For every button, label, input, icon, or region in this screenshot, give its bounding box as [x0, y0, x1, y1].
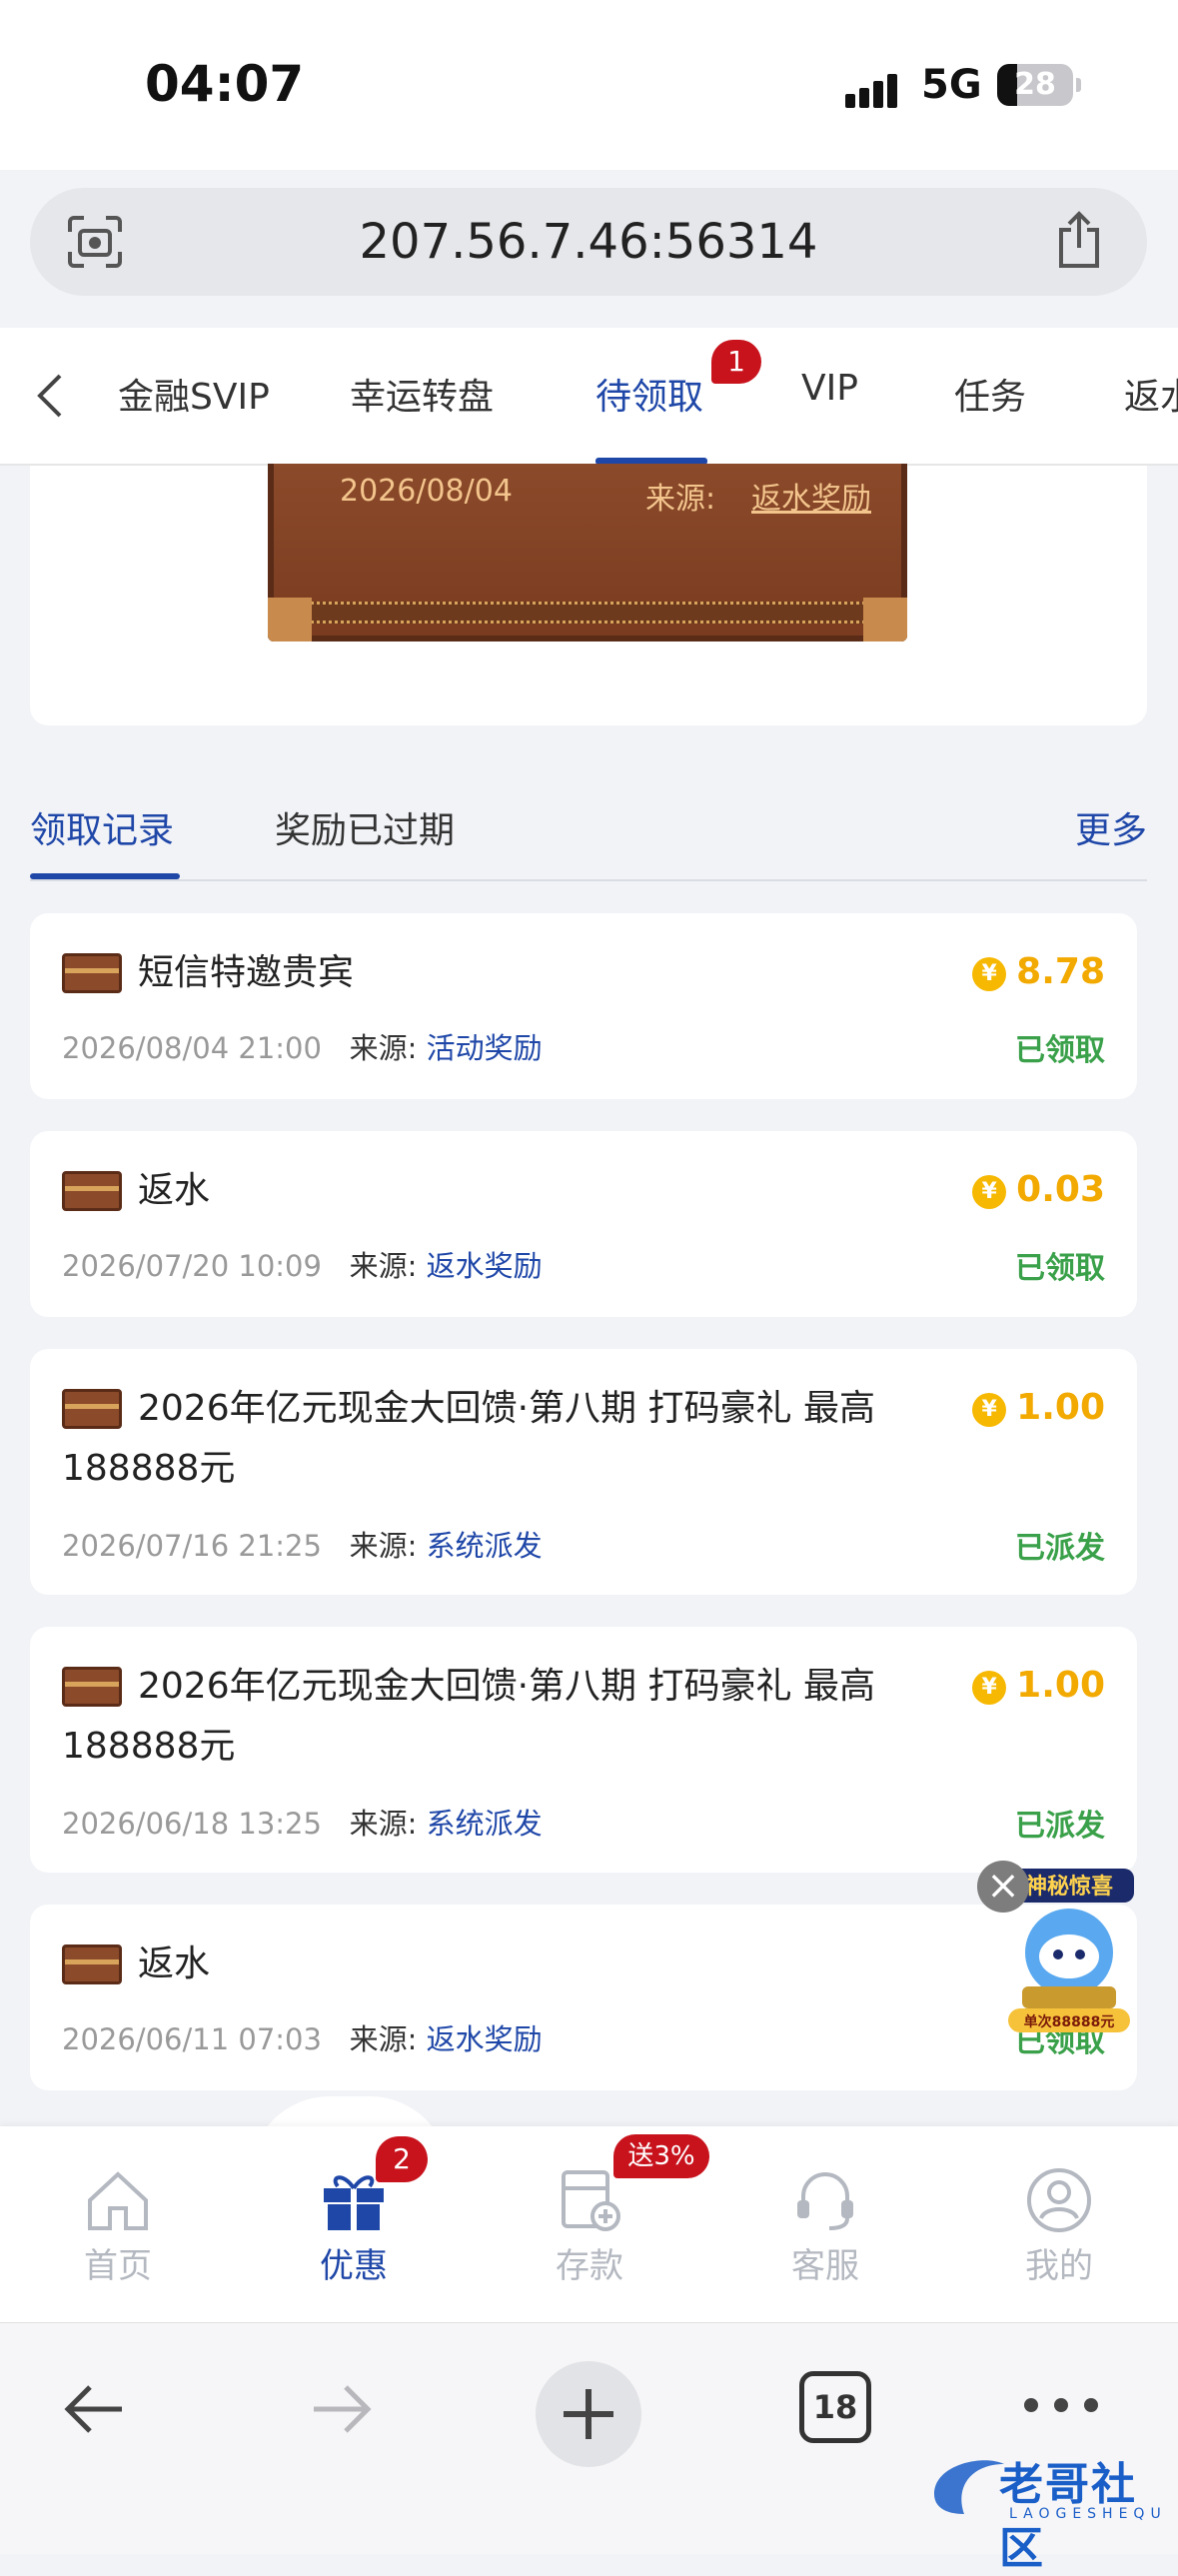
record-status: 已领取 [1015, 1251, 1105, 1286]
record-meta: 2026/08/04 21:00 来源: 活动奖励 [62, 1025, 543, 1067]
chest-source-label: 来源: [645, 482, 716, 517]
record-source: 系统派发 [426, 1807, 543, 1841]
coin-icon: ¥ [972, 1393, 1007, 1427]
record-title: 2026年亿元现金大回馈·第八期 打码豪礼 最高188888元 [62, 1666, 875, 1767]
tab-claim-records[interactable]: 领取记录 [30, 801, 174, 853]
nav-profile-label: 我的 [1025, 2246, 1093, 2286]
nav-home-label: 首页 [84, 2246, 152, 2286]
share-icon[interactable] [1053, 210, 1105, 270]
promo-sub: 单次88888元 [1024, 2013, 1115, 2030]
record-time: 2026/06/11 07:03 [62, 2022, 322, 2056]
url-text[interactable]: 207.56.7.46:56314 [30, 188, 1147, 296]
record-item[interactable]: 返水 2026/06/11 07:03 来源: 返水奖励 已领取 [30, 1905, 1137, 2090]
tab-switcher-button[interactable]: 18 [799, 2371, 871, 2443]
reward-card: 2026/08/04 来源: 返水奖励 [30, 464, 1147, 725]
record-tabs: 领取记录 奖励已过期 更多 [30, 789, 1147, 881]
record-title: 短信特邀贵宾 [138, 952, 355, 993]
bottom-navigation: 首页 优惠 存款 客服 我的 [0, 2126, 1178, 2322]
status-time: 04:07 [145, 55, 305, 113]
new-tab-button[interactable] [536, 2361, 641, 2467]
signal-icon [845, 70, 905, 108]
record-title: 2026年亿元现金大回馈·第八期 打码豪礼 最高188888元 [62, 1388, 875, 1489]
record-amount: ¥1.00 [972, 1665, 1105, 1706]
more-link[interactable]: 更多 [1075, 801, 1147, 853]
record-item[interactable]: 短信特邀贵宾 ¥8.78 2026/08/04 21:00 来源: 活动奖励 已… [30, 913, 1137, 1099]
headset-icon [797, 2172, 853, 2230]
coin-icon: ¥ [972, 1175, 1007, 1209]
record-meta: 2026/06/18 13:25 来源: 系统派发 [62, 1801, 543, 1843]
nav-promotions-label: 优惠 [320, 2246, 388, 2286]
chest-icon [62, 1171, 122, 1211]
record-item[interactable]: 2026年亿元现金大回馈·第八期 打码豪礼 最高188888元 ¥1.00 20… [30, 1349, 1137, 1595]
record-source: 返水奖励 [426, 2022, 543, 2056]
record-amount: ¥0.03 [972, 1169, 1105, 1210]
battery-icon: 28 [997, 64, 1081, 106]
nav-deposit[interactable]: 存款 [520, 2166, 659, 2287]
record-source-label: 来源: [349, 1031, 418, 1065]
promo-title: 神秘惊喜 [1025, 1874, 1113, 1900]
tab-svip[interactable]: 金融SVIP [118, 368, 270, 420]
record-meta: 2026/07/20 10:09 来源: 返水奖励 [62, 1243, 543, 1285]
more-icon[interactable] [1021, 2393, 1101, 2417]
record-source-label: 来源: [349, 1529, 418, 1563]
chest-source-link[interactable]: 返水奖励 [751, 474, 871, 518]
tab-pending-badge: 1 [711, 340, 761, 384]
nav-support-label: 客服 [791, 2246, 859, 2286]
record-time: 2026/07/20 10:09 [62, 1249, 322, 1283]
record-source-label: 来源: [349, 1249, 418, 1283]
close-icon[interactable]: × [977, 1861, 1029, 1913]
record-source: 系统派发 [426, 1529, 543, 1563]
record-amount: ¥8.78 [972, 951, 1105, 992]
record-title: 返水 [138, 1170, 211, 1211]
address-bar[interactable]: 207.56.7.46:56314 [30, 188, 1147, 296]
network-type: 5G [921, 62, 982, 108]
tab-lucky-wheel[interactable]: 幸运转盘 [350, 368, 494, 420]
plus-icon [564, 2389, 613, 2439]
home-icon [88, 2171, 148, 2230]
coin-icon: ¥ [972, 957, 1007, 991]
record-time: 2026/07/16 21:25 [62, 1529, 322, 1563]
record-meta: 2026/06/11 07:03 来源: 返水奖励 [62, 2016, 543, 2058]
chest-icon [62, 1944, 122, 1984]
chest-date: 2026/08/04 [340, 474, 513, 509]
nav-deposit-label: 存款 [556, 2246, 623, 2286]
treasure-chest-image[interactable]: 2026/08/04 来源: 返水奖励 [268, 464, 907, 642]
nav-profile[interactable]: 我的 [989, 2166, 1129, 2287]
nav-support[interactable]: 客服 [755, 2166, 895, 2287]
record-meta: 2026/07/16 21:25 来源: 系统派发 [62, 1523, 543, 1565]
chevron-left-icon[interactable] [30, 368, 70, 424]
record-item[interactable]: 2026年亿元现金大回馈·第八期 打码豪礼 最高188888元 ¥1.00 20… [30, 1627, 1137, 1873]
record-amount: ¥1.00 [972, 1387, 1105, 1428]
forward-arrow-icon[interactable] [306, 2379, 376, 2439]
record-time: 2026/06/18 13:25 [62, 1807, 322, 1841]
tab-rebate[interactable]: 返水 [1124, 368, 1178, 420]
record-source-label: 来源: [349, 1807, 418, 1841]
user-icon [1027, 2168, 1091, 2232]
record-title: 返水 [138, 1943, 211, 1984]
tab-tasks[interactable]: 任务 [954, 368, 1026, 420]
record-item[interactable]: 返水 ¥0.03 2026/07/20 10:09 来源: 返水奖励 已领取 [30, 1131, 1137, 1317]
record-source: 活动奖励 [426, 1031, 543, 1065]
tab-expired[interactable]: 奖励已过期 [275, 801, 455, 853]
chest-icon [62, 953, 122, 993]
status-bar: 04:07 5G 28 [0, 0, 1178, 170]
promotions-badge: 2 [376, 2136, 428, 2182]
record-source: 返水奖励 [426, 1249, 543, 1283]
nav-promotions[interactable]: 优惠 [284, 2166, 424, 2287]
back-arrow-icon[interactable] [60, 2379, 130, 2439]
record-tab-indicator [30, 873, 180, 879]
record-time: 2026/08/04 21:00 [62, 1031, 322, 1065]
record-status: 已派发 [1015, 1531, 1105, 1566]
deposit-badge: 送3% [613, 2134, 709, 2178]
battery-level: 28 [1014, 67, 1056, 102]
tab-vip[interactable]: VIP [801, 368, 858, 409]
coin-icon: ¥ [972, 1671, 1007, 1705]
record-status: 已派发 [1015, 1809, 1105, 1844]
record-status: 已领取 [1015, 1033, 1105, 1068]
tab-pending[interactable]: 待领取 [595, 368, 703, 420]
nav-home[interactable]: 首页 [48, 2166, 188, 2287]
watermark-subtext: LAOGESHEQU [1009, 2506, 1167, 2522]
record-source-label: 来源: [349, 2022, 418, 2056]
category-tabs: 金融SVIP 幸运转盘 待领取 1 VIP 任务 返水 [0, 328, 1178, 466]
